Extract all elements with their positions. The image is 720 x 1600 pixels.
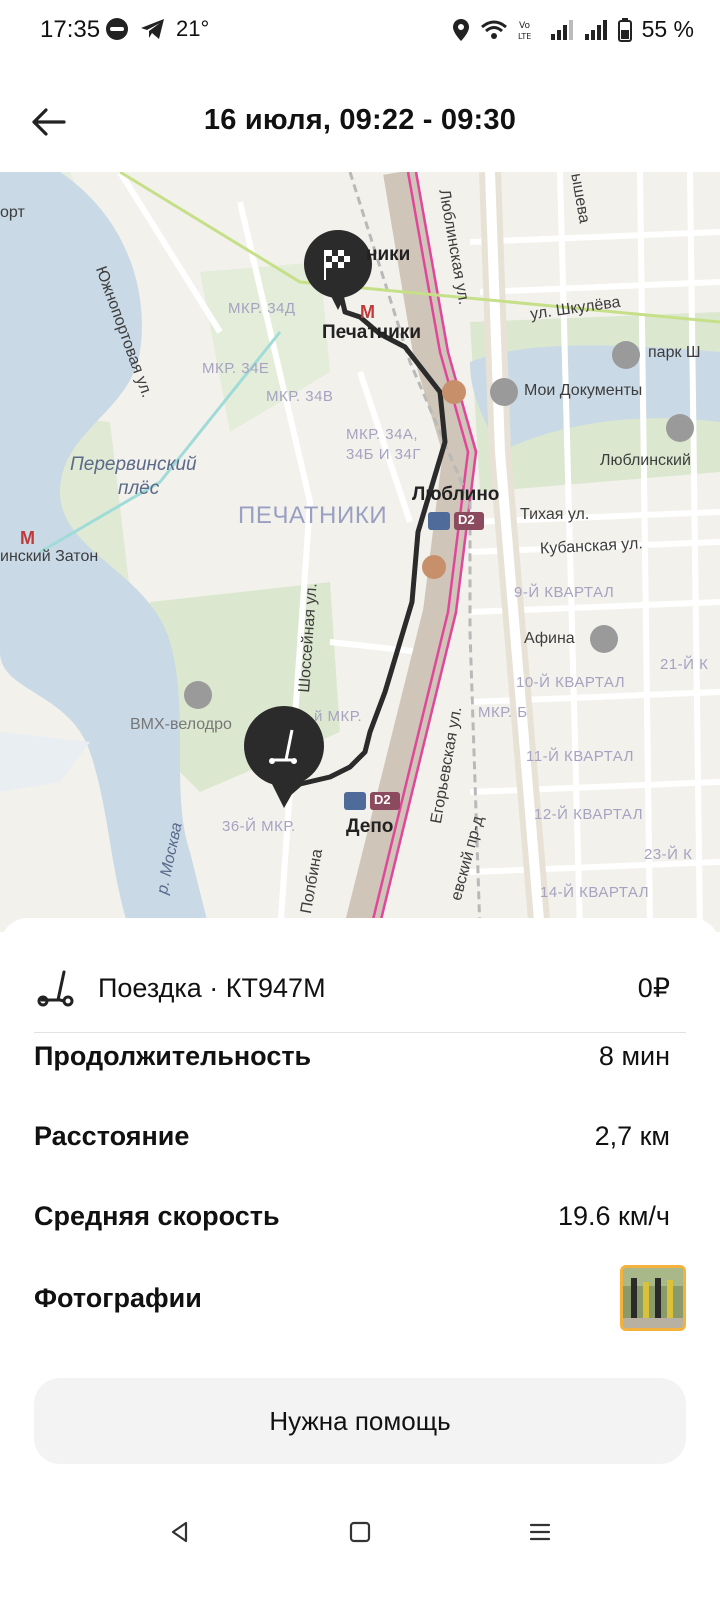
trip-title: Поездка · КТ947М [98,972,326,1003]
svg-text:M: M [20,528,35,548]
map-label: 9-Й КВАРТАЛ [514,584,615,601]
svg-text:Vo: Vo [519,21,530,31]
square-home-icon [349,1521,371,1543]
status-time: 17:35 [40,16,101,43]
map-label: Печатники [322,322,421,343]
header: 16 июля, 09:22 - 09:30 [0,84,720,160]
distance-row: Расстояние 2,7 км [34,1114,670,1158]
duration-value: 8 мин [598,1040,670,1071]
map-label: 36-Й МКР. [222,818,296,835]
map-label: 23-Й К [644,846,693,863]
duration-row: Продолжительность 8 мин [34,1034,670,1078]
map-label: 14-Й КВАРТАЛ [540,884,650,901]
triangle-back-icon [171,1521,188,1543]
svg-text:LTE: LTE [518,32,531,41]
map-label: Люблино [412,484,500,505]
svg-text:M: M [360,302,375,322]
trip-summary: Поездка · КТ947М 0₽ [34,964,670,1012]
status-left-icons: 21° [104,16,209,42]
map-label: Перервинский [70,454,197,475]
map-label: 10-Й КВАРТАЛ [516,674,626,691]
speed-row: Средняя скорость 19.6 км/ч [34,1194,670,1238]
speed-value: 19.6 км/ч [558,1200,670,1231]
map-label: Тихая ул. [520,506,590,523]
map-label: Люблинский [600,452,691,469]
wifi-icon [480,20,507,39]
route-map[interactable]: M M орт Южнопортовая ул. МКР. 34Д МКР. 3… [0,172,720,932]
trip-price: 0₽ [637,972,670,1003]
menu-recents-icon [529,1523,551,1541]
scooter-photo-thumbnail [623,1268,683,1328]
battery-icon [617,17,632,42]
map-label: й МКР. [314,708,363,725]
help-button[interactable]: Нужна помощь [34,1378,686,1464]
scooter-icon [37,970,74,1007]
page-title: 16 июля, 09:22 - 09:30 [203,104,517,136]
signal-icon [584,19,607,40]
map-label: ПЕЧАТНИКИ [238,502,388,529]
location-icon [452,18,469,41]
map-label: Афина [524,630,575,647]
status-right-icons: Vo LTE 55 % [452,16,694,43]
status-temperature: 21° [176,16,210,41]
trip-details-sheet: Поездка · КТ947М 0₽ Продолжительность 8 … [0,918,720,1600]
map-label: D2 [374,792,391,807]
nav-back-button[interactable] [160,1512,200,1552]
photos-label: Фотографии [34,1282,202,1313]
photo-thumbnail[interactable] [620,1265,686,1331]
do-not-disturb-icon [106,18,128,40]
speed-label: Средняя скорость [34,1200,280,1231]
map-label: плёс [118,478,160,499]
map-label: парк Ш [648,344,701,361]
map-label: 21-Й К [660,656,709,673]
map-label: Депо [346,816,394,837]
status-bar: 17:35 21° Vo LTE 55 % [0,0,720,64]
system-nav-bar [0,1500,720,1564]
nav-recents-button[interactable] [520,1512,560,1552]
map-label: 34Б И 34Г [346,446,421,463]
map-label: МКР. 34Е [202,360,270,377]
map-label: Мои Документы [524,382,643,399]
distance-value: 2,7 км [594,1120,670,1151]
map-label: ники [366,244,411,265]
map-label: МКР. 34В [266,388,334,405]
map-label: орт [0,204,25,221]
map-label: D2 [458,512,475,527]
volte-icon: VoLTE [518,21,531,41]
nav-home-button[interactable] [340,1512,380,1552]
map-label: инский Затон [0,548,99,565]
map-label: 11-Й КВАРТАЛ [526,748,634,765]
map-label: МКР. 34Д [228,300,296,317]
duration-label: Продолжительность [34,1040,312,1071]
map-label: МКР. 34А, [346,426,419,443]
telegram-icon [141,19,164,39]
map-label: МКР. Б [478,704,528,721]
photos-row: Фотографии [34,1265,686,1331]
map-label: ВМХ-велодро [130,716,232,733]
signal-icon [550,19,573,40]
distance-label: Расстояние [34,1120,190,1151]
map-label: 12-Й КВАРТАЛ [534,806,644,823]
status-battery: 55 % [641,16,694,42]
